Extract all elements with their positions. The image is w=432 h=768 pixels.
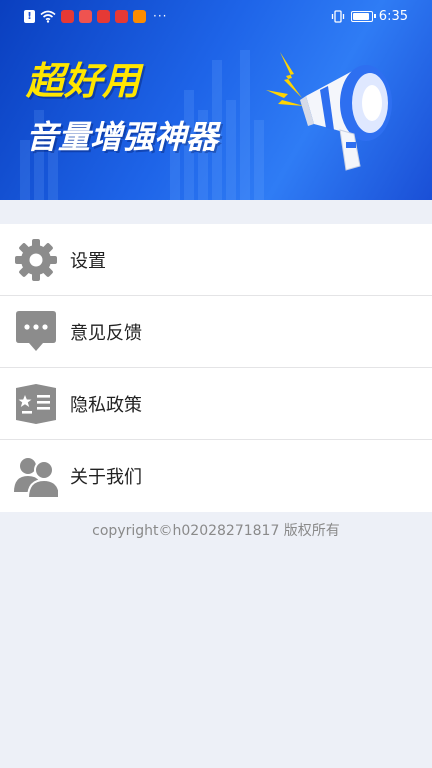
header-banner: ! ··· 6:35 超好用 音量增强神器 xyxy=(0,0,432,200)
menu-item-label: 关于我们 xyxy=(70,467,142,488)
menu-item-label: 隐私政策 xyxy=(70,394,142,416)
banner-headline: 超好用 xyxy=(26,59,141,103)
notification-app-icon xyxy=(133,9,146,23)
menu-item-settings[interactable]: 设置 xyxy=(0,224,432,296)
menu-item-about-us[interactable]: 关于我们 xyxy=(0,440,432,512)
status-bar: ! ··· 6:35 xyxy=(0,0,432,32)
megaphone-icon xyxy=(266,52,392,171)
wifi-icon xyxy=(40,10,56,23)
notification-app-icon xyxy=(79,9,92,23)
menu-item-label: 意见反馈 xyxy=(70,322,142,344)
notification-app-icon xyxy=(97,9,110,23)
menu-item-privacy-policy[interactable]: 隐私政策 xyxy=(0,368,432,440)
equalizer-bar xyxy=(240,50,250,200)
gear-icon xyxy=(14,238,58,282)
equalizer-bar xyxy=(226,100,236,200)
battery-icon xyxy=(350,10,376,22)
copyright-text: copyright©h02028271817 版权所有 xyxy=(92,523,340,539)
notification-app-icon xyxy=(61,9,74,23)
users-icon xyxy=(14,454,58,498)
battery-level xyxy=(352,12,369,20)
vibrate-icon xyxy=(331,9,344,23)
menu-item-label: 设置 xyxy=(70,250,106,272)
clock: 6:35 xyxy=(378,8,408,24)
settings-menu: 设置 意见反馈 隐私政策 关于我们 xyxy=(0,224,432,512)
more-notifications-indicator: ··· xyxy=(153,9,168,23)
banner-subheadline: 音量增强神器 xyxy=(26,118,219,156)
menu-item-feedback[interactable]: 意见反馈 xyxy=(0,296,432,368)
alert-icon: ! xyxy=(24,9,35,23)
notification-app-icon xyxy=(115,9,128,23)
open-book-icon xyxy=(14,382,58,426)
chat-bubble-icon xyxy=(14,310,58,354)
